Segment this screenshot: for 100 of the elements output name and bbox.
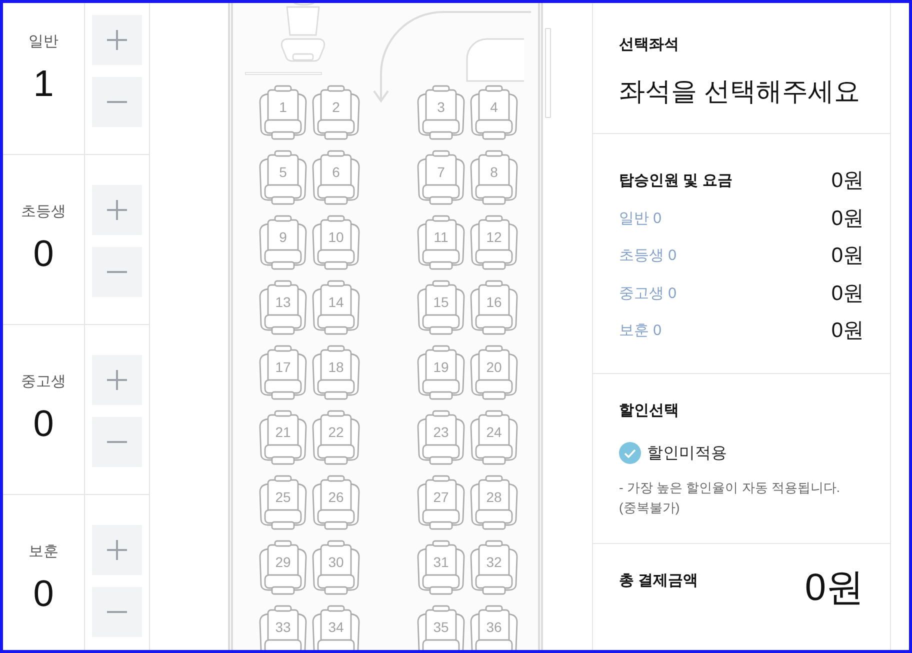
passenger-type-label: 중고생 [21, 372, 66, 392]
fare-type-label: 중고생 0 [619, 284, 677, 304]
seat-button[interactable]: 18 [311, 345, 361, 401]
armchair-icon [469, 215, 519, 271]
armchair-icon [469, 475, 519, 531]
plus-icon [107, 200, 127, 220]
seat-button[interactable]: 28 [469, 475, 519, 531]
seat-button[interactable]: 22 [311, 410, 361, 466]
seat-button[interactable]: 32 [469, 540, 519, 596]
seat-button[interactable]: 36 [469, 605, 519, 650]
armchair-icon [416, 345, 466, 401]
armchair-icon [311, 280, 361, 336]
minus-icon [107, 611, 127, 613]
increase-button[interactable] [92, 15, 142, 65]
plus-icon [107, 540, 127, 560]
seat-button[interactable]: 14 [311, 280, 361, 336]
armchair-icon [416, 475, 466, 531]
seat-button[interactable]: 4 [469, 85, 519, 141]
armchair-icon [258, 85, 308, 141]
armchair-icon [469, 410, 519, 466]
seat-button[interactable]: 34 [311, 605, 361, 650]
armchair-icon [258, 345, 308, 401]
armchair-icon [311, 215, 361, 271]
seat-button[interactable]: 26 [311, 475, 361, 531]
seat-button[interactable]: 6 [311, 150, 361, 206]
armchair-icon [416, 150, 466, 206]
seat-button[interactable]: 2 [311, 85, 361, 141]
seat-button[interactable]: 33 [258, 605, 308, 650]
seat-button[interactable]: 35 [416, 605, 466, 650]
increase-button[interactable] [92, 355, 142, 405]
seat-button[interactable]: 17 [258, 345, 308, 401]
seat-button[interactable]: 7 [416, 150, 466, 206]
seat-button[interactable]: 1 [258, 85, 308, 141]
armchair-icon [258, 280, 308, 336]
armchair-icon [469, 85, 519, 141]
fare-type-label: 보훈 0 [619, 321, 662, 341]
passenger-count: 0 [33, 403, 54, 445]
seat-button[interactable]: 16 [469, 280, 519, 336]
total-payment-amount: 0원 [804, 566, 864, 610]
passenger-type-label: 보훈 [28, 542, 58, 562]
increase-button[interactable] [92, 185, 142, 235]
seat-button[interactable]: 12 [469, 215, 519, 271]
armchair-icon [258, 410, 308, 466]
armchair-icon [311, 540, 361, 596]
seat-button[interactable]: 5 [258, 150, 308, 206]
armchair-icon [258, 475, 308, 531]
armchair-icon [311, 410, 361, 466]
seat-button[interactable]: 9 [258, 215, 308, 271]
entrance-step [465, 37, 525, 83]
passenger-count: 0 [33, 233, 54, 275]
passenger-type-label: 초등생 [21, 202, 66, 222]
seat-button[interactable]: 24 [469, 410, 519, 466]
seat-button[interactable]: 10 [311, 215, 361, 271]
discount-note: - 가장 높은 할인율이 자동 적용됩니다. (중복불가) [619, 479, 841, 517]
seat-button[interactable]: 27 [416, 475, 466, 531]
section-title: 선택좌석 [619, 35, 680, 55]
total-payment-label: 총 결제금액 [619, 571, 698, 591]
increase-button[interactable] [92, 525, 142, 575]
passenger-count: 1 [33, 63, 54, 105]
minus-icon [107, 441, 127, 443]
section-title: 탑승인원 및 요금 [619, 171, 732, 191]
seat-button[interactable]: 29 [258, 540, 308, 596]
seat-button[interactable]: 11 [416, 215, 466, 271]
seat-button[interactable]: 13 [258, 280, 308, 336]
fare-type-label: 일반 0 [619, 208, 662, 228]
seat-button[interactable]: 25 [258, 475, 308, 531]
armchair-icon [469, 150, 519, 206]
seat-button[interactable]: 23 [416, 410, 466, 466]
plus-icon [107, 370, 127, 390]
armchair-icon [258, 150, 308, 206]
seat-button[interactable]: 8 [469, 150, 519, 206]
armchair-icon [416, 85, 466, 141]
fare-amount: 0원 [831, 206, 864, 232]
passenger-count: 0 [33, 573, 54, 615]
armchair-icon [258, 540, 308, 596]
selected-seat-message: 좌석을 선택해주세요 [619, 75, 862, 108]
passenger-type-label: 일반 [28, 32, 58, 52]
armchair-icon [416, 280, 466, 336]
plus-icon [107, 30, 127, 50]
minus-icon [107, 271, 127, 273]
minus-icon [107, 101, 127, 103]
seat-button[interactable]: 15 [416, 280, 466, 336]
discount-option[interactable]: 할인미적용 [619, 441, 727, 465]
seat-button[interactable]: 30 [311, 540, 361, 596]
armchair-icon [311, 345, 361, 401]
armchair-icon [416, 215, 466, 271]
fare-total: 0원 [831, 168, 864, 194]
fare-amount: 0원 [831, 243, 864, 269]
armchair-icon [311, 150, 361, 206]
armchair-icon [311, 475, 361, 531]
armchair-icon [416, 410, 466, 466]
seat-button[interactable]: 31 [416, 540, 466, 596]
armchair-icon [469, 280, 519, 336]
fare-amount: 0원 [831, 280, 864, 306]
fare-amount: 0원 [831, 318, 864, 344]
seat-button[interactable]: 21 [258, 410, 308, 466]
seat-button[interactable]: 3 [416, 85, 466, 141]
seat-button[interactable]: 20 [469, 345, 519, 401]
seat-button[interactable]: 19 [416, 345, 466, 401]
armchair-icon [469, 540, 519, 596]
